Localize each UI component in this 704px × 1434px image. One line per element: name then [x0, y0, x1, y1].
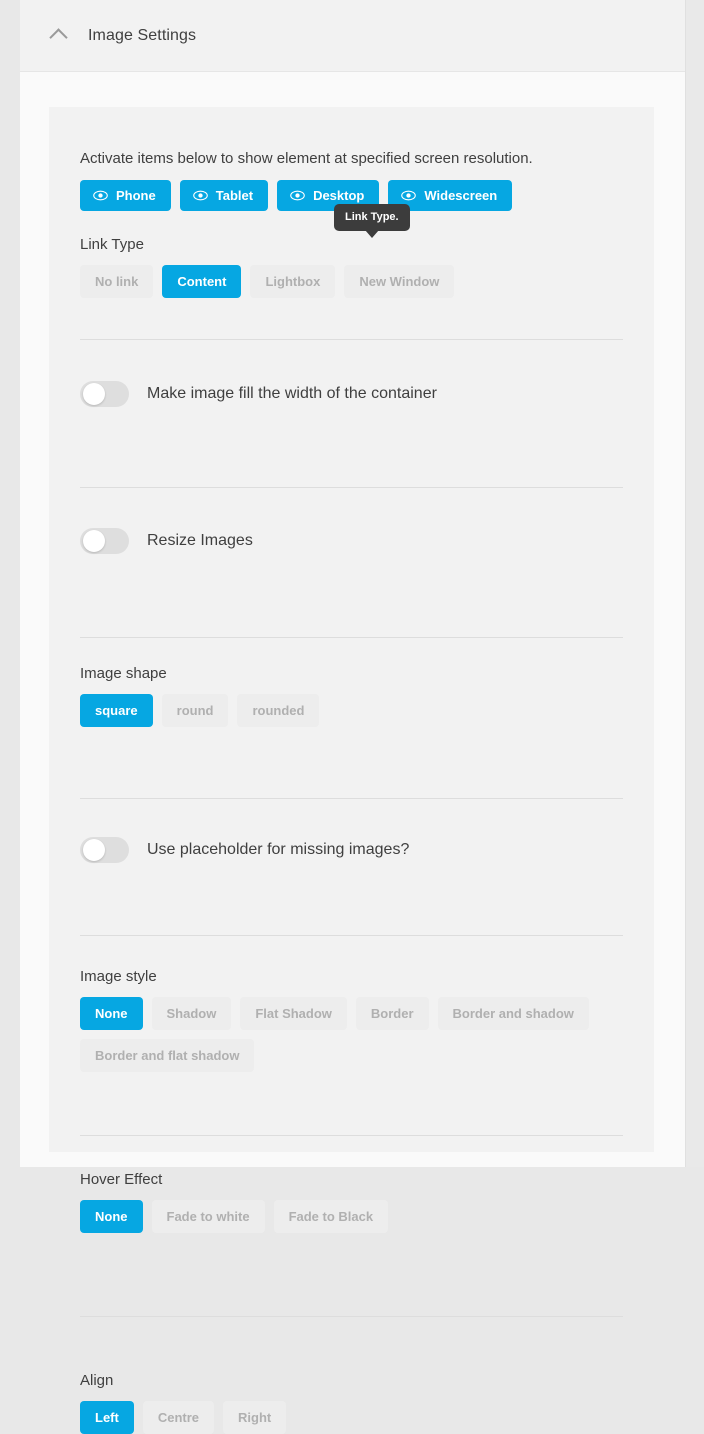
placeholder-row: Use placeholder for missing images? [80, 837, 623, 863]
resolution-button-tablet[interactable]: Tablet [179, 180, 269, 211]
hover-effect-section: Hover Effect None Fade to white Fade to … [80, 1101, 623, 1262]
image-shape-button-group: square round rounded [80, 694, 623, 727]
align-section: Align Left Centre Right [80, 1262, 623, 1434]
link-type-label: Link Type [80, 236, 144, 253]
image-style-option-shadow[interactable]: Shadow [151, 997, 232, 1030]
image-shape-section: Image shape square round rounded [80, 611, 623, 760]
image-shape-option-round[interactable]: round [161, 694, 229, 727]
eye-icon [192, 190, 208, 201]
fill-width-toggle[interactable] [80, 381, 129, 407]
link-type-option-lightbox[interactable]: Lightbox [250, 265, 336, 298]
image-style-button-group: None Shadow Flat Shadow Border Border an… [80, 997, 623, 1072]
hover-effect-button-group: None Fade to white Fade to Black [80, 1200, 623, 1233]
resolution-button-phone[interactable]: Phone [80, 180, 171, 211]
align-option-left[interactable]: Left [80, 1401, 134, 1434]
hover-effect-option-fade-to-black[interactable]: Fade to Black [273, 1200, 389, 1233]
resize-images-section: Resize Images [80, 447, 623, 611]
resolution-label: Tablet [215, 188, 254, 203]
divider [80, 1135, 623, 1136]
resize-images-label: Resize Images [147, 532, 253, 549]
fill-width-section: Make image fill the width of the contain… [80, 298, 623, 447]
vertical-scrollbar[interactable] [685, 0, 704, 1167]
resolution-label: Desktop [313, 188, 365, 203]
placeholder-label: Use placeholder for missing images? [147, 841, 410, 858]
align-label: Align [80, 1372, 114, 1389]
image-settings-window: Image Settings Activate items below to s… [20, 0, 685, 1434]
toggle-knob [83, 839, 105, 861]
placeholder-toggle[interactable] [80, 837, 129, 863]
link-type-button-group: No link Content Lightbox New Window [80, 265, 623, 298]
fill-width-row: Make image fill the width of the contain… [80, 381, 623, 407]
panel-header: Image Settings [20, 0, 685, 72]
resolution-label: Widescreen [424, 188, 498, 203]
image-shape-option-square[interactable]: square [80, 694, 153, 727]
divider [80, 1316, 623, 1317]
link-type-section: Link Type No link Content Lightbox New W… [80, 235, 623, 298]
resolution-label: Phone [116, 188, 156, 203]
image-style-section: Image style None Shadow Flat Shadow Bord… [80, 904, 623, 1101]
toggle-knob [83, 530, 105, 552]
page-title: Image Settings [88, 26, 197, 44]
image-style-option-none[interactable]: None [80, 997, 143, 1030]
resize-images-toggle[interactable] [80, 528, 129, 554]
image-style-option-border-and-flat-shadow[interactable]: Border and flat shadow [80, 1039, 255, 1072]
align-option-right[interactable]: Right [223, 1401, 287, 1434]
link-type-option-new-window[interactable]: New Window [344, 265, 455, 298]
align-button-group: Left Centre Right [80, 1401, 623, 1434]
image-shape-label: Image shape [80, 665, 167, 682]
align-option-centre[interactable]: Centre [142, 1401, 215, 1434]
toggle-knob [83, 383, 105, 405]
divider [80, 637, 623, 638]
hover-effect-option-none[interactable]: None [80, 1200, 143, 1233]
fill-width-label: Make image fill the width of the contain… [147, 385, 437, 402]
link-type-tooltip: Link Type. [334, 204, 410, 239]
divider [80, 798, 623, 799]
image-style-option-flat-shadow[interactable]: Flat Shadow [240, 997, 347, 1030]
eye-icon [93, 190, 108, 201]
image-style-option-border-and-shadow[interactable]: Border and shadow [437, 997, 589, 1030]
image-style-label: Image style [80, 968, 157, 985]
image-style-option-border[interactable]: Border [355, 997, 429, 1030]
hover-effect-label: Hover Effect [80, 1171, 163, 1188]
link-type-option-content[interactable]: Content [162, 265, 242, 298]
link-type-option-no-link[interactable]: No link [80, 265, 154, 298]
chevron-up-icon [48, 28, 68, 47]
intro-text: Activate items below to show element at … [80, 150, 533, 167]
divider [80, 935, 623, 936]
image-shape-option-rounded[interactable]: rounded [237, 694, 320, 727]
divider [80, 339, 623, 340]
eye-icon [401, 190, 417, 201]
collapse-panel-button[interactable] [40, 27, 76, 47]
settings-card: Activate items below to show element at … [49, 107, 654, 1434]
resize-images-row: Resize Images [80, 528, 623, 554]
hover-effect-option-fade-to-white[interactable]: Fade to white [151, 1200, 265, 1233]
placeholder-section: Use placeholder for missing images? [80, 760, 623, 904]
eye-icon [290, 190, 305, 201]
divider [80, 487, 623, 488]
